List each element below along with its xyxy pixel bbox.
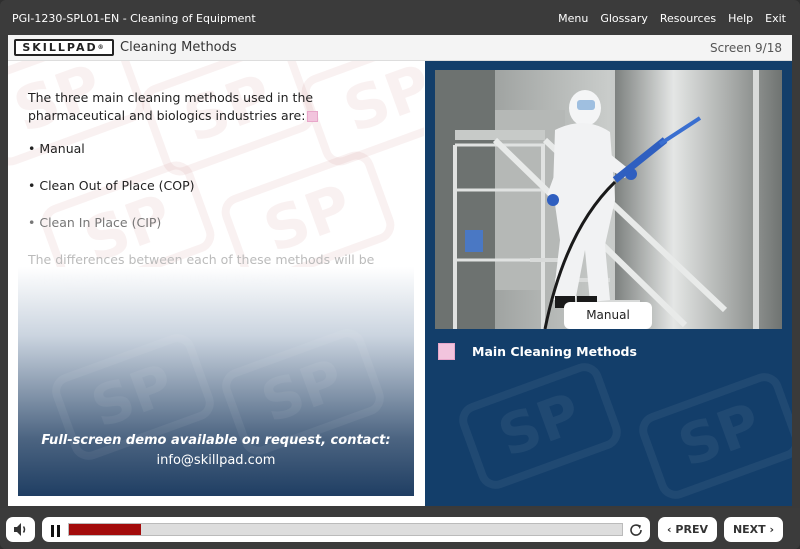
- page-title: Cleaning Methods: [120, 40, 237, 55]
- progress-track[interactable]: [68, 523, 623, 536]
- prev-label: PREV: [675, 523, 708, 536]
- prev-button[interactable]: ‹ PREV: [658, 517, 717, 542]
- chevron-right-icon: ›: [765, 523, 775, 536]
- bullet-cop: • Clean Out of Place (COP): [28, 178, 195, 193]
- speaker-icon: [14, 523, 26, 536]
- skillpad-logo: SKILLPAD®: [14, 39, 114, 56]
- intro-paragraph: The three main cleaning methods used in …: [28, 90, 314, 123]
- demo-notice: Full-screen demo available on request, c…: [18, 431, 414, 471]
- resources-link[interactable]: Resources: [660, 12, 716, 25]
- header-strip: SKILLPAD® Cleaning Methods Screen 9/18: [8, 35, 792, 61]
- help-link[interactable]: Help: [728, 12, 753, 25]
- progress-fill: [69, 524, 141, 535]
- screen-counter: Screen 9/18: [709, 41, 782, 55]
- replay-icon: [630, 524, 642, 536]
- demo-notice-text: Full-screen demo available on request, c…: [41, 433, 391, 448]
- replay-button[interactable]: [628, 522, 644, 538]
- player-controls: [42, 517, 650, 542]
- top-bar: PGI-1230-SPL01-EN - Cleaning of Equipmen…: [0, 0, 800, 35]
- demo-email: info@skillpad.com: [156, 453, 276, 468]
- main-cleaning-methods-toggle[interactable]: Main Cleaning Methods: [438, 342, 778, 362]
- watermark: SP: [634, 368, 792, 504]
- next-label: NEXT: [732, 523, 766, 536]
- accordion-label: Main Cleaning Methods: [472, 344, 637, 359]
- photo-caption-button[interactable]: Manual: [564, 302, 652, 329]
- body-text: The three main cleaning methods used in …: [28, 89, 388, 287]
- volume-button[interactable]: [6, 517, 35, 542]
- course-title: PGI-1230-SPL01-EN - Cleaning of Equipmen…: [12, 12, 256, 25]
- bullet-cip: • Clean In Place (CIP): [28, 215, 162, 230]
- media-panel: SP SP Manual Main Cleaning Methods: [425, 61, 792, 506]
- content-area: SP SP SP SP SP The three main cleaning m…: [8, 61, 792, 506]
- text-panel: SP SP SP SP SP The three main cleaning m…: [8, 61, 424, 506]
- cleaning-illustration: [435, 70, 782, 329]
- app-window: PGI-1230-SPL01-EN - Cleaning of Equipmen…: [0, 0, 800, 549]
- pink-marker-icon: [438, 343, 455, 360]
- pause-icon: [51, 525, 60, 537]
- menu-link[interactable]: Menu: [558, 12, 588, 25]
- intro-text: The three main cleaning methods used in …: [28, 89, 388, 125]
- pink-marker-icon: [307, 111, 319, 122]
- exit-link[interactable]: Exit: [765, 12, 786, 25]
- pause-button[interactable]: [49, 523, 63, 537]
- cleaning-photo: Manual: [435, 70, 782, 329]
- watermark: SP: [454, 358, 626, 494]
- player-bar: ‹ PREV NEXT ›: [0, 508, 800, 549]
- bullet-manual: • Manual: [28, 141, 85, 156]
- logo-registered-mark: ®: [97, 44, 106, 51]
- next-button[interactable]: NEXT ›: [724, 517, 783, 542]
- logo-text: SKILLPAD: [22, 41, 98, 54]
- top-menu: Menu Glossary Resources Help Exit: [558, 12, 786, 25]
- glossary-link[interactable]: Glossary: [600, 12, 648, 25]
